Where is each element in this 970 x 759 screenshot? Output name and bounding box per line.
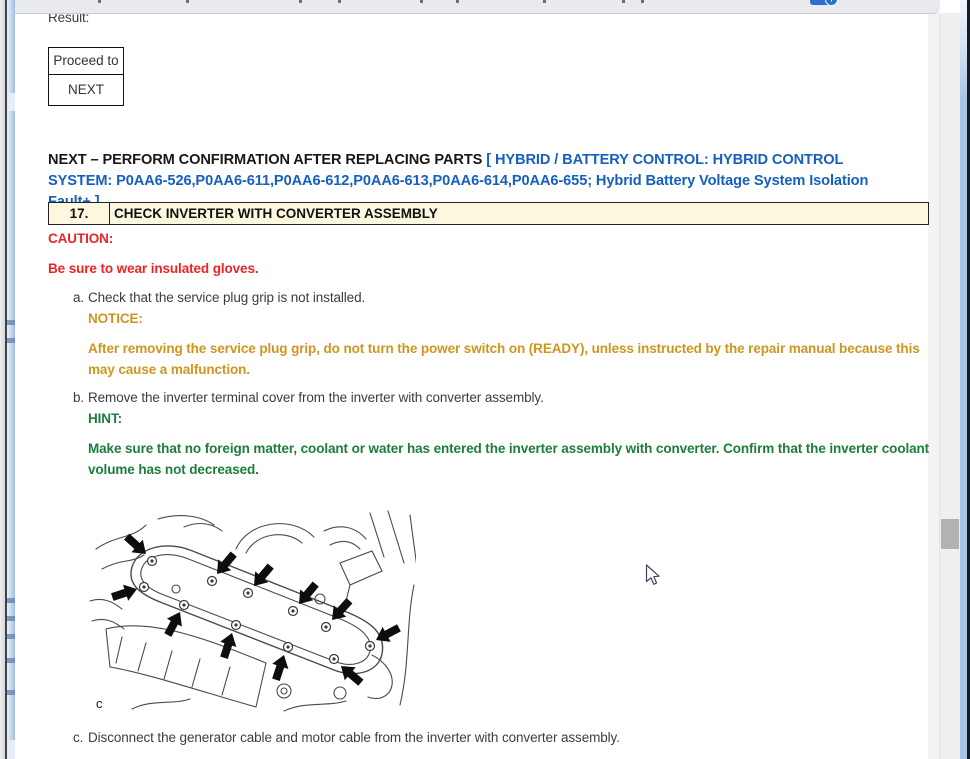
hint-label: HINT: [88, 410, 122, 428]
notice-text: After removing the service plug grip, do… [88, 339, 940, 380]
substep-c-text: Disconnect the generator cable and motor… [88, 729, 933, 747]
toolbar-clipped-glyph [641, 0, 644, 3]
plus-badge: + [825, 0, 838, 6]
toolbar-clipped-glyph [622, 0, 625, 3]
window-right-blue-strip [960, 0, 967, 759]
substep-b-text: Remove the inverter terminal cover from … [88, 389, 933, 407]
toolbar-clipped-glyph [543, 0, 546, 3]
step-title-cell: CHECK INVERTER WITH CONVERTER ASSEMBLY [110, 203, 928, 224]
notice-label: NOTICE: [88, 310, 143, 328]
toolbar-clipped-glyph [98, 0, 101, 3]
left-rail-mark [7, 598, 15, 603]
substep-b-marker: b. [73, 389, 84, 407]
proceed-to-header-cell: Proceed to [49, 48, 123, 75]
left-panel-rail[interactable] [0, 0, 15, 759]
left-rail-mark [7, 634, 15, 639]
left-rail-mark [7, 320, 15, 325]
left-rail-highlight [7, 93, 15, 111]
next-heading-prefix: NEXT – PERFORM CONFIRMATION AFTER REPLAC… [48, 152, 486, 168]
hint-text: Make sure that no foreign matter, coolan… [88, 439, 944, 480]
toolbar-clipped-glyph [420, 0, 423, 3]
left-rail-mark [7, 658, 15, 663]
pointer-cursor [645, 564, 662, 587]
step-number-cell: 17. [49, 203, 110, 224]
figure-label: c [96, 696, 103, 711]
left-rail-blue-strip [7, 0, 15, 759]
left-rail-highlight [7, 740, 15, 759]
substep-c-marker: c. [73, 729, 83, 747]
left-rail-mark [7, 616, 15, 621]
step-17-row: 17. CHECK INVERTER WITH CONVERTER ASSEMB… [48, 202, 929, 225]
toolbar-clipped-glyph [456, 0, 459, 3]
caution-text: Be sure to wear insulated gloves. [48, 260, 259, 278]
toolbar-clipped-glyph [299, 0, 302, 3]
toolbar-clipped-glyph [338, 0, 341, 3]
proceed-to-value-cell: NEXT [49, 75, 123, 105]
inverter-terminal-cover-diagram: c [88, 505, 416, 714]
vertical-scrollbar-track[interactable] [939, 13, 960, 759]
bolt-arrows [110, 530, 403, 689]
scrollbar-thumb[interactable] [941, 519, 959, 549]
top-toolbar: + [15, 0, 940, 14]
substep-a-marker: a. [73, 289, 84, 307]
toolbar-clipped-glyph [186, 0, 189, 3]
bookmark-plus-icon[interactable]: + [810, 0, 846, 8]
engine-line-art: c [88, 505, 416, 714]
caution-label: CAUTION: [48, 230, 113, 248]
left-rail-mark [7, 690, 15, 695]
proceed-to-table: Proceed to NEXT [48, 47, 124, 106]
left-rail-mark [7, 338, 15, 343]
substep-a-text: Check that the service plug grip is not … [88, 289, 933, 307]
